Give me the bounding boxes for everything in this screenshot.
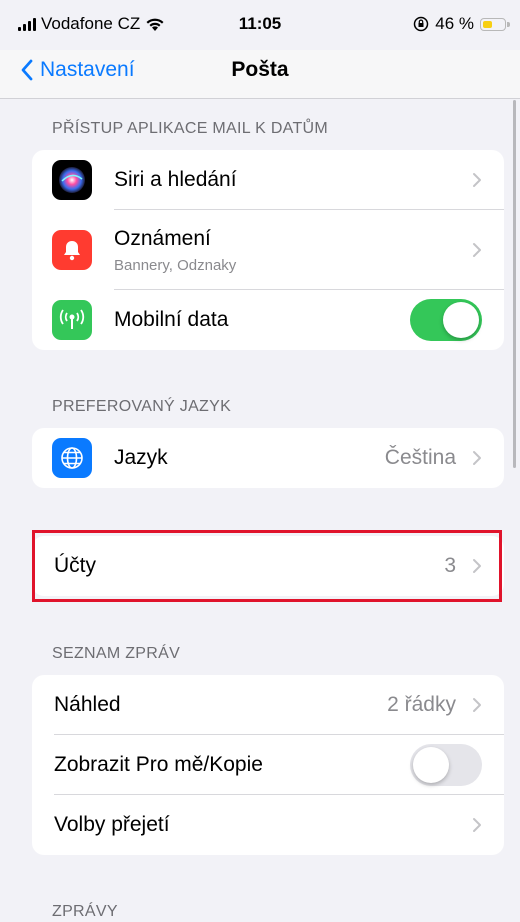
swipe-options-label: Volby přejetí bbox=[54, 813, 170, 836]
section-header-language: PREFEROVANÝ JAZYK bbox=[52, 398, 232, 415]
notifications-row[interactable]: Oznámení Bannery, Odznaky bbox=[32, 210, 504, 290]
cellular-icon bbox=[52, 300, 92, 340]
language-value: Čeština bbox=[384, 446, 456, 469]
notifications-label: Oznámení bbox=[114, 226, 211, 250]
cellular-data-label: Mobilní data bbox=[114, 308, 229, 331]
battery-percent: 46 % bbox=[435, 14, 474, 33]
show-to-cc-label: Zobrazit Pro mě/Kopie bbox=[54, 753, 263, 776]
globe-icon bbox=[52, 438, 92, 478]
show-to-cc-toggle[interactable] bbox=[410, 744, 482, 786]
scrollbar[interactable] bbox=[513, 100, 516, 468]
navigation-bar: Nastavení Pošta bbox=[0, 50, 520, 99]
siri-search-label: Siri a hledání bbox=[114, 168, 237, 191]
status-bar: Vodafone CZ 11:05 46 % bbox=[0, 0, 520, 50]
accounts-label: Účty bbox=[54, 554, 96, 577]
siri-icon bbox=[52, 160, 92, 200]
chevron-right-icon bbox=[473, 451, 481, 465]
show-to-cc-row: Zobrazit Pro mě/Kopie bbox=[32, 735, 504, 795]
preview-row[interactable]: Náhled 2 řádky bbox=[32, 675, 504, 735]
access-group: Siri a hledání Oznámení Bannery, Odznaky bbox=[32, 150, 504, 350]
cellular-data-row: Mobilní data bbox=[32, 290, 504, 350]
chevron-right-icon bbox=[473, 818, 481, 832]
section-header-message-list: SEZNAM ZPRÁV bbox=[52, 645, 181, 662]
status-right: 46 % bbox=[413, 14, 510, 34]
preview-label: Náhled bbox=[54, 693, 121, 716]
notifications-sublabel: Bannery, Odznaky bbox=[114, 256, 237, 274]
language-group: Jazyk Čeština bbox=[32, 428, 504, 488]
section-header-messages: ZPRÁVY bbox=[52, 903, 118, 920]
battery-icon bbox=[480, 17, 510, 31]
section-header-access: PŘÍSTUP APLIKACE MAIL K DATŮM bbox=[52, 120, 329, 137]
swipe-options-row[interactable]: Volby přejetí bbox=[32, 795, 504, 855]
language-row[interactable]: Jazyk Čeština bbox=[32, 428, 504, 488]
accounts-row[interactable]: Účty 3 bbox=[32, 536, 504, 596]
accounts-count: 3 bbox=[444, 554, 456, 577]
chevron-right-icon bbox=[473, 243, 481, 257]
language-label: Jazyk bbox=[114, 446, 168, 469]
chevron-right-icon bbox=[473, 173, 481, 187]
notifications-icon bbox=[52, 230, 92, 270]
preview-value: 2 řádky bbox=[387, 693, 456, 716]
chevron-right-icon bbox=[473, 698, 481, 712]
cellular-data-toggle[interactable] bbox=[410, 299, 482, 341]
siri-search-row[interactable]: Siri a hledání bbox=[32, 150, 504, 210]
orientation-lock-icon bbox=[414, 16, 429, 32]
page-title: Pošta bbox=[231, 58, 289, 81]
chevron-right-icon bbox=[473, 559, 481, 573]
message-list-group: Náhled 2 řádky Zobrazit Pro mě/Kopie Vol… bbox=[32, 675, 504, 855]
accounts-group: Účty 3 bbox=[32, 536, 504, 596]
